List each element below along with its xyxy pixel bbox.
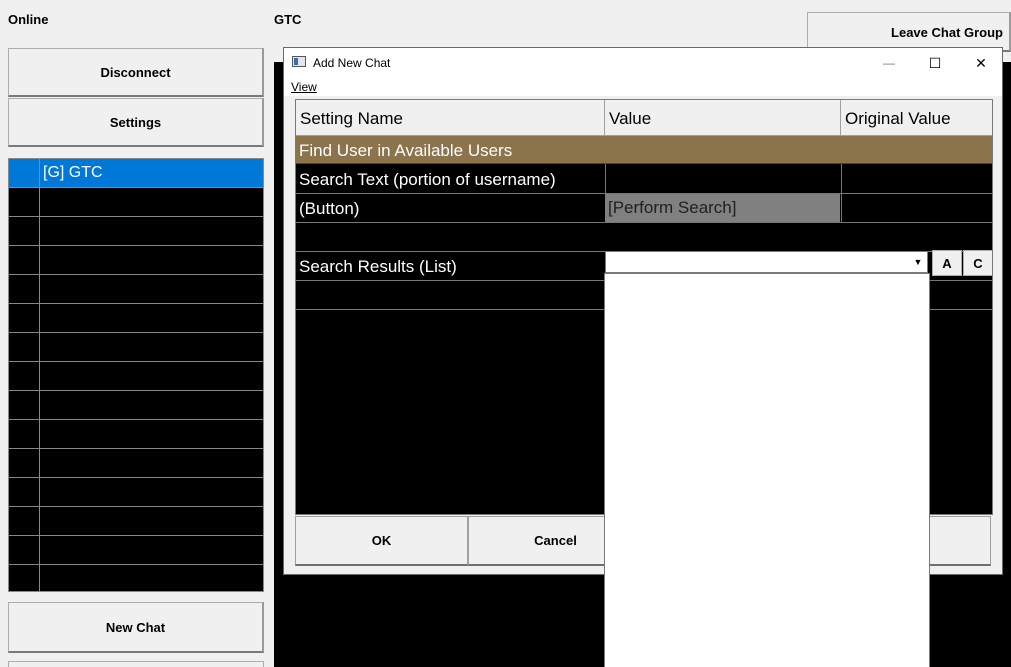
section-find-user[interactable]: Find User in Available Users	[296, 136, 992, 164]
new-chat-button[interactable]: New Chat	[8, 602, 264, 653]
chat-list-row	[9, 507, 263, 536]
chat-list-row	[9, 304, 263, 333]
chevron-down-icon[interactable]: ▼	[910, 253, 926, 271]
chat-list-row	[9, 536, 263, 565]
search-results-combobox[interactable]: ▼	[605, 251, 928, 273]
chat-row-marker	[9, 507, 40, 535]
maximize-button[interactable]: ☐	[912, 48, 958, 78]
chat-list[interactable]: [G] GTC	[8, 158, 264, 592]
chat-list-row	[9, 420, 263, 449]
chat-row-marker	[9, 536, 40, 564]
status-online: Online	[8, 12, 49, 27]
dialog-title-bar[interactable]: Add New Chat — ☐ ✕	[284, 48, 1002, 78]
chat-list-row	[9, 565, 263, 591]
current-group-label: GTC	[274, 12, 302, 27]
left-panel-bottom-button-edge	[8, 661, 264, 667]
chat-list-row	[9, 333, 263, 362]
chat-row-marker	[9, 391, 40, 419]
chat-row-marker	[9, 188, 40, 216]
app-window-icon	[292, 56, 306, 67]
chat-row-marker	[9, 217, 40, 245]
ok-button[interactable]: OK	[295, 516, 468, 566]
chat-list-row	[9, 391, 263, 420]
header-original-value[interactable]: Original Value	[841, 100, 992, 136]
chat-row-marker	[9, 275, 40, 303]
chat-list-row	[9, 362, 263, 391]
disconnect-button[interactable]: Disconnect	[8, 48, 264, 97]
chat-list-row	[9, 188, 263, 217]
header-setting-name[interactable]: Setting Name	[296, 100, 605, 136]
chat-item-label: [G] GTC	[43, 164, 103, 181]
dialog-title: Add New Chat	[313, 56, 391, 70]
chat-list-item[interactable]: [G] GTC	[9, 159, 263, 188]
chat-row-marker	[9, 304, 40, 332]
grid-col-line	[841, 164, 842, 222]
grid-row-line	[296, 222, 992, 223]
chat-row-marker	[9, 159, 40, 187]
a-button[interactable]: A	[932, 250, 962, 276]
chat-row-marker	[9, 478, 40, 506]
close-button[interactable]: ✕	[958, 48, 1004, 78]
chat-list-row	[9, 275, 263, 304]
chat-row-marker	[9, 449, 40, 477]
row-search-results-label: Search Results (List)	[299, 257, 457, 276]
menu-view[interactable]: View	[291, 80, 317, 94]
search-results-dropdown-list[interactable]	[604, 273, 930, 667]
settings-button[interactable]: Settings	[8, 98, 264, 147]
chat-row-marker	[9, 333, 40, 361]
row-button-label: (Button)	[299, 199, 360, 218]
dialog-menu-bar: View	[284, 78, 1002, 96]
c-button[interactable]: C	[963, 250, 992, 276]
chat-row-marker	[9, 362, 40, 390]
search-text-input[interactable]	[606, 165, 840, 192]
row-search-text-label[interactable]: Search Text (portion of username)	[299, 170, 556, 190]
chat-row-marker	[9, 246, 40, 274]
chat-list-row	[9, 217, 263, 246]
perform-search-button[interactable]: [Perform Search]	[605, 194, 840, 222]
leave-chat-group-button[interactable]: Leave Chat Group	[807, 12, 1011, 52]
chat-row-marker	[9, 565, 40, 591]
header-value[interactable]: Value	[605, 100, 841, 136]
chat-row-marker	[9, 420, 40, 448]
chat-list-row	[9, 478, 263, 507]
leave-chat-group-label: Leave Chat Group	[891, 25, 1003, 40]
chat-list-row	[9, 246, 263, 275]
chat-list-row	[9, 449, 263, 478]
minimize-button[interactable]: —	[866, 48, 912, 78]
